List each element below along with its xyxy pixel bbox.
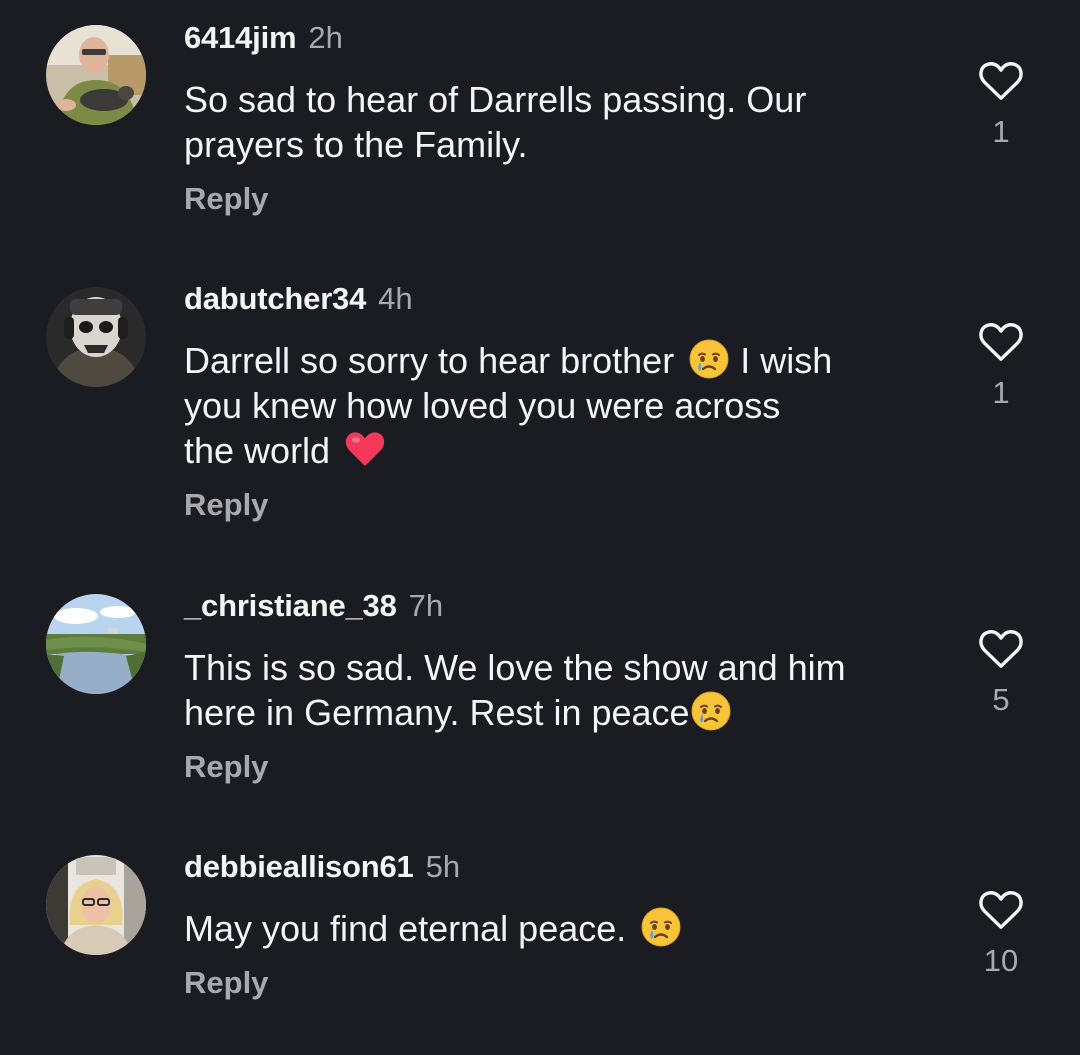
like-count: 1 bbox=[992, 375, 1010, 410]
like-count: 10 bbox=[983, 943, 1019, 978]
avatar[interactable] bbox=[46, 25, 146, 125]
river-landscape-avatar bbox=[46, 594, 146, 694]
comment-text-line: So sad to hear of Darrells passing. Our bbox=[184, 79, 807, 120]
comment-text-segment: I wish bbox=[740, 340, 833, 381]
reply-button[interactable]: Reply bbox=[184, 487, 934, 523]
crying-face-emoji bbox=[640, 906, 682, 948]
like-button[interactable]: 1 bbox=[974, 60, 1028, 150]
red-heart-emoji bbox=[344, 428, 386, 470]
like-count: 1 bbox=[992, 114, 1010, 149]
comment-text: Darrell so sorry to hear brother I wish bbox=[184, 338, 934, 473]
woman-with-glasses-avatar bbox=[46, 855, 146, 955]
comment-timestamp: 7h bbox=[408, 588, 444, 623]
comment-text-line: prayers to the Family. bbox=[184, 124, 528, 165]
crying-face-emoji bbox=[688, 338, 730, 380]
heart-outline-icon bbox=[979, 630, 1023, 668]
reply-button[interactable]: Reply bbox=[184, 181, 934, 217]
avatar[interactable] bbox=[46, 287, 146, 387]
comment-username[interactable]: debbieallison61 bbox=[184, 849, 414, 885]
comment-timestamp: 4h bbox=[378, 281, 413, 316]
reply-button[interactable]: Reply bbox=[184, 965, 934, 1001]
like-button[interactable]: 10 bbox=[974, 889, 1028, 979]
comment-text-segment: Darrell so sorry to hear brother bbox=[184, 340, 675, 381]
like-button[interactable]: 5 bbox=[974, 628, 1028, 718]
comment-text-segment: here in Germany. Rest in peace bbox=[184, 692, 690, 733]
comment-text-line: the world bbox=[184, 428, 934, 473]
man-with-dog-avatar bbox=[46, 25, 146, 125]
avatar[interactable] bbox=[46, 594, 146, 694]
comment-text-line: This is so sad. We love the show and him bbox=[184, 647, 846, 688]
comment-text: May you find eternal peace. bbox=[184, 906, 934, 951]
like-count: 5 bbox=[992, 682, 1010, 717]
avatar[interactable] bbox=[46, 855, 146, 955]
comment-text-line: you knew how loved you were across bbox=[184, 385, 781, 426]
comment-username[interactable]: 6414jim bbox=[184, 20, 297, 56]
reply-button[interactable]: Reply bbox=[184, 749, 934, 785]
heart-outline-icon bbox=[979, 323, 1023, 361]
comment-text: So sad to hear of Darrells passing. Our … bbox=[184, 77, 934, 167]
comment-timestamp: 5h bbox=[425, 849, 461, 884]
like-button[interactable]: 1 bbox=[974, 321, 1028, 411]
masked-soldier-avatar bbox=[46, 287, 146, 387]
crying-face-emoji bbox=[690, 690, 732, 732]
heart-outline-icon bbox=[979, 891, 1023, 929]
comment-username[interactable]: dabutcher34 bbox=[184, 281, 366, 317]
comment-text-line: May you find eternal peace. bbox=[184, 906, 934, 951]
heart-outline-icon bbox=[979, 62, 1023, 100]
comment-timestamp: 2h bbox=[308, 20, 343, 55]
comment-text: This is so sad. We love the show and him… bbox=[184, 645, 934, 735]
comment-username[interactable]: _christiane_38 bbox=[184, 588, 397, 624]
comment-text-segment: the world bbox=[184, 430, 331, 471]
comment-text-line: Darrell so sorry to hear brother I wish bbox=[184, 338, 934, 383]
comment-text-segment: May you find eternal peace. bbox=[184, 908, 627, 949]
comment-text-line: here in Germany. Rest in peace bbox=[184, 690, 934, 735]
